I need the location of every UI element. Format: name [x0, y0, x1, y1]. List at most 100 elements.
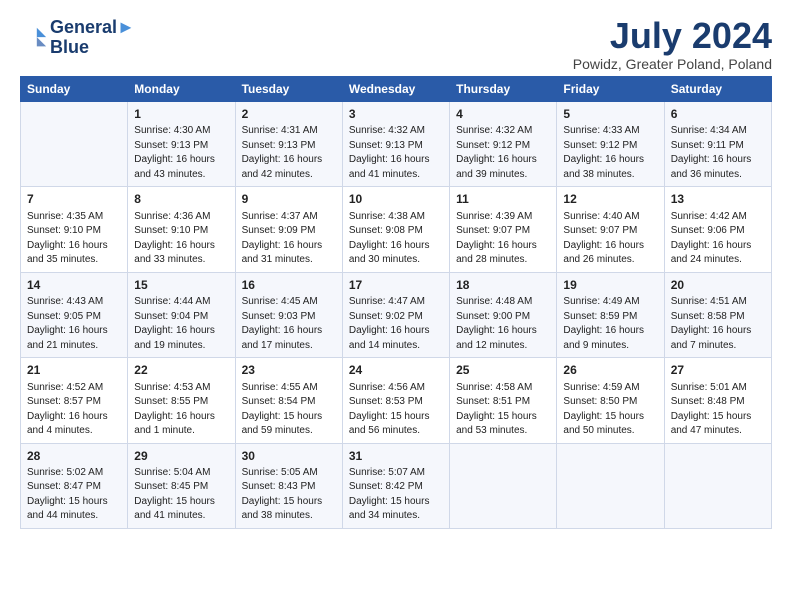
cell-info: Sunrise: 4:36 AMSunset: 9:10 PMDaylight:…: [134, 210, 228, 268]
day-number: 30: [242, 448, 336, 465]
cell-info: Sunrise: 4:35 AMSunset: 9:10 PMDaylight:…: [27, 210, 121, 268]
cell-info: Sunrise: 4:42 AMSunset: 9:06 PMDaylight:…: [671, 210, 765, 268]
cell-5-3: 30Sunrise: 5:05 AMSunset: 8:43 PMDayligh…: [235, 443, 342, 528]
day-number: 29: [134, 448, 228, 465]
cell-2-5: 11 Sunrise: 4:39 AMSunset: 9:07 PMDayligh…: [450, 187, 557, 272]
cell-5-2: 29Sunrise: 5:04 AMSunset: 8:45 PMDayligh…: [128, 443, 235, 528]
cell-5-6: [557, 443, 664, 528]
day-number: 7: [27, 191, 121, 208]
day-number: 14: [27, 277, 121, 294]
day-number: 28: [27, 448, 121, 465]
week-row-3: 14Sunrise: 4:43 AMSunset: 9:05 PMDayligh…: [21, 272, 772, 357]
day-number: 5: [563, 106, 657, 123]
cell-info: Sunrise: 4:58 AMSunset: 8:51 PMDaylight:…: [456, 381, 550, 439]
cell-info: Sunrise: 4:44 AMSunset: 9:04 PMDaylight:…: [134, 295, 228, 353]
cell-5-5: [450, 443, 557, 528]
cell-3-7: 20Sunrise: 4:51 AMSunset: 8:58 PMDayligh…: [664, 272, 771, 357]
day-number: 18: [456, 277, 550, 294]
cell-info: Sunrise: 4:31 AMSunset: 9:13 PMDaylight:…: [242, 124, 336, 182]
cell-1-7: 6Sunrise: 4:34 AMSunset: 9:11 PMDaylight…: [664, 102, 771, 187]
cell-info: Sunrise: 4:52 AMSunset: 8:57 PMDaylight:…: [27, 381, 121, 439]
week-row-1: 1Sunrise: 4:30 AMSunset: 9:13 PMDaylight…: [21, 102, 772, 187]
week-row-4: 21Sunrise: 4:52 AMSunset: 8:57 PMDayligh…: [21, 358, 772, 443]
cell-info: Sunrise: 4:32 AMSunset: 9:12 PMDaylight:…: [456, 124, 550, 182]
day-number: 12: [563, 191, 657, 208]
header-day-friday: Friday: [557, 77, 664, 102]
day-number: 8: [134, 191, 228, 208]
cell-info: Sunrise: 5:01 AMSunset: 8:48 PMDaylight:…: [671, 381, 765, 439]
cell-3-4: 17Sunrise: 4:47 AMSunset: 9:02 PMDayligh…: [342, 272, 449, 357]
cell-info: Sunrise: 4:32 AMSunset: 9:13 PMDaylight:…: [349, 124, 443, 182]
cell-1-4: 3Sunrise: 4:32 AMSunset: 9:13 PMDaylight…: [342, 102, 449, 187]
cell-info: Sunrise: 4:55 AMSunset: 8:54 PMDaylight:…: [242, 381, 336, 439]
cell-info: Sunrise: 4:43 AMSunset: 9:05 PMDaylight:…: [27, 295, 121, 353]
cell-info: Sunrise: 5:05 AMSunset: 8:43 PMDaylight:…: [242, 466, 336, 524]
cell-1-1: [21, 102, 128, 187]
page: General► Blue July 2024 Powidz, Greater …: [0, 0, 792, 539]
calendar-table: SundayMondayTuesdayWednesdayThursdayFrid…: [20, 76, 772, 529]
cell-2-6: 12 Sunrise: 4:40 AMSunset: 9:07 PMDayligh…: [557, 187, 664, 272]
cell-4-2: 22 Sunrise: 4:53 AMSunset: 8:55 PMDayligh…: [128, 358, 235, 443]
cell-3-1: 14Sunrise: 4:43 AMSunset: 9:05 PMDayligh…: [21, 272, 128, 357]
header-day-tuesday: Tuesday: [235, 77, 342, 102]
cell-1-5: 4Sunrise: 4:32 AMSunset: 9:12 PMDaylight…: [450, 102, 557, 187]
cell-4-1: 21Sunrise: 4:52 AMSunset: 8:57 PMDayligh…: [21, 358, 128, 443]
cell-3-2: 15Sunrise: 4:44 AMSunset: 9:04 PMDayligh…: [128, 272, 235, 357]
cell-info: Sunrise: 4:40 AMSunset: 9:07 PMDaylight:…: [563, 210, 657, 268]
day-number: 10: [349, 191, 443, 208]
cell-2-1: 7 Sunrise: 4:35 AMSunset: 9:10 PMDaylight…: [21, 187, 128, 272]
cell-2-2: 8 Sunrise: 4:36 AMSunset: 9:10 PMDaylight…: [128, 187, 235, 272]
cell-info: Sunrise: 4:51 AMSunset: 8:58 PMDaylight:…: [671, 295, 765, 353]
cell-info: Sunrise: 4:49 AMSunset: 8:59 PMDaylight:…: [563, 295, 657, 353]
cell-5-7: [664, 443, 771, 528]
day-number: 11: [456, 191, 550, 208]
cell-info: Sunrise: 4:53 AMSunset: 8:55 PMDaylight:…: [134, 381, 228, 439]
cell-info: Sunrise: 5:04 AMSunset: 8:45 PMDaylight:…: [134, 466, 228, 524]
day-number: 9: [242, 191, 336, 208]
cell-2-3: 9Sunrise: 4:37 AMSunset: 9:09 PMDaylight…: [235, 187, 342, 272]
cell-info: Sunrise: 4:33 AMSunset: 9:12 PMDaylight:…: [563, 124, 657, 182]
cell-3-3: 16Sunrise: 4:45 AMSunset: 9:03 PMDayligh…: [235, 272, 342, 357]
day-number: 13: [671, 191, 765, 208]
week-row-5: 28Sunrise: 5:02 AMSunset: 8:47 PMDayligh…: [21, 443, 772, 528]
cell-5-1: 28Sunrise: 5:02 AMSunset: 8:47 PMDayligh…: [21, 443, 128, 528]
cell-info: Sunrise: 5:07 AMSunset: 8:42 PMDaylight:…: [349, 466, 443, 524]
cell-info: Sunrise: 4:30 AMSunset: 9:13 PMDaylight:…: [134, 124, 228, 182]
header-day-sunday: Sunday: [21, 77, 128, 102]
day-number: 22: [134, 362, 228, 379]
header: General► Blue July 2024 Powidz, Greater …: [20, 18, 772, 72]
header-day-wednesday: Wednesday: [342, 77, 449, 102]
cell-info: Sunrise: 4:48 AMSunset: 9:00 PMDaylight:…: [456, 295, 550, 353]
header-day-saturday: Saturday: [664, 77, 771, 102]
day-number: 3: [349, 106, 443, 123]
title-block: July 2024 Powidz, Greater Poland, Poland: [573, 18, 772, 72]
cell-info: Sunrise: 4:47 AMSunset: 9:02 PMDaylight:…: [349, 295, 443, 353]
cell-4-3: 23Sunrise: 4:55 AMSunset: 8:54 PMDayligh…: [235, 358, 342, 443]
cell-info: Sunrise: 4:38 AMSunset: 9:08 PMDaylight:…: [349, 210, 443, 268]
day-number: 17: [349, 277, 443, 294]
subtitle: Powidz, Greater Poland, Poland: [573, 56, 772, 72]
logo: General► Blue: [20, 18, 135, 58]
day-number: 31: [349, 448, 443, 465]
logo-text: General► Blue: [50, 18, 135, 58]
cell-4-4: 24 Sunrise: 4:56 AMSunset: 8:53 PMDayligh…: [342, 358, 449, 443]
cell-info: Sunrise: 4:39 AMSunset: 9:07 PMDaylight:…: [456, 210, 550, 268]
main-title: July 2024: [573, 18, 772, 54]
day-number: 2: [242, 106, 336, 123]
day-number: 1: [134, 106, 228, 123]
cell-5-4: 31Sunrise: 5:07 AMSunset: 8:42 PMDayligh…: [342, 443, 449, 528]
week-row-2: 7 Sunrise: 4:35 AMSunset: 9:10 PMDaylight…: [21, 187, 772, 272]
day-number: 26: [563, 362, 657, 379]
day-number: 20: [671, 277, 765, 294]
cell-info: Sunrise: 5:02 AMSunset: 8:47 PMDaylight:…: [27, 466, 121, 524]
cell-info: Sunrise: 4:56 AMSunset: 8:53 PMDaylight:…: [349, 381, 443, 439]
day-number: 16: [242, 277, 336, 294]
header-day-thursday: Thursday: [450, 77, 557, 102]
day-number: 24: [349, 362, 443, 379]
day-number: 6: [671, 106, 765, 123]
cell-3-6: 19Sunrise: 4:49 AMSunset: 8:59 PMDayligh…: [557, 272, 664, 357]
cell-1-2: 1Sunrise: 4:30 AMSunset: 9:13 PMDaylight…: [128, 102, 235, 187]
day-number: 27: [671, 362, 765, 379]
header-day-monday: Monday: [128, 77, 235, 102]
logo-icon: [20, 24, 48, 52]
